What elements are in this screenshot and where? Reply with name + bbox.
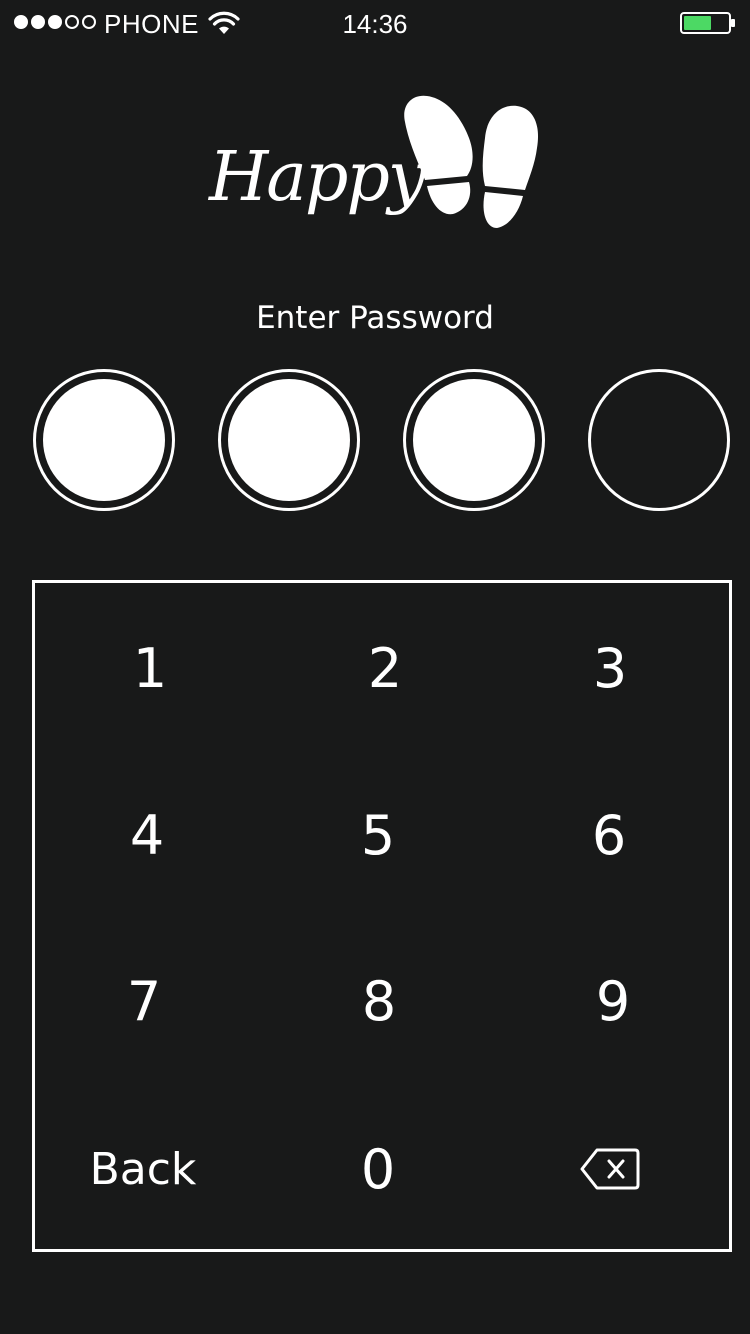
- delete-button[interactable]: [510, 1119, 710, 1219]
- pin-dot: [33, 369, 175, 511]
- logo-text: Happy: [207, 138, 428, 217]
- keypad: 1 2 3 4 5 6 7 8 9 Back 0: [32, 580, 732, 1252]
- key-5[interactable]: 5: [278, 785, 478, 885]
- key-1[interactable]: 1: [50, 618, 250, 718]
- key-9[interactable]: 9: [513, 951, 713, 1051]
- password-indicator: [33, 369, 733, 513]
- key-6[interactable]: 6: [509, 785, 709, 885]
- key-0[interactable]: 0: [278, 1119, 478, 1219]
- status-time: 14:36: [342, 9, 408, 39]
- back-button[interactable]: Back: [43, 1119, 243, 1219]
- key-7[interactable]: 7: [44, 951, 244, 1051]
- app-logo: Happy: [207, 95, 539, 228]
- backspace-icon: [580, 1148, 640, 1190]
- key-4[interactable]: 4: [47, 785, 247, 885]
- pin-dot: [218, 369, 360, 511]
- pin-dot: [588, 369, 730, 511]
- enter-password-label: Enter Password: [256, 300, 494, 336]
- status-bar: PHONE 14:36: [0, 0, 750, 48]
- key-2[interactable]: 2: [285, 618, 485, 718]
- key-8[interactable]: 8: [279, 951, 479, 1051]
- key-3[interactable]: 3: [510, 618, 710, 718]
- pin-dot: [403, 369, 545, 511]
- battery-icon: [680, 12, 735, 34]
